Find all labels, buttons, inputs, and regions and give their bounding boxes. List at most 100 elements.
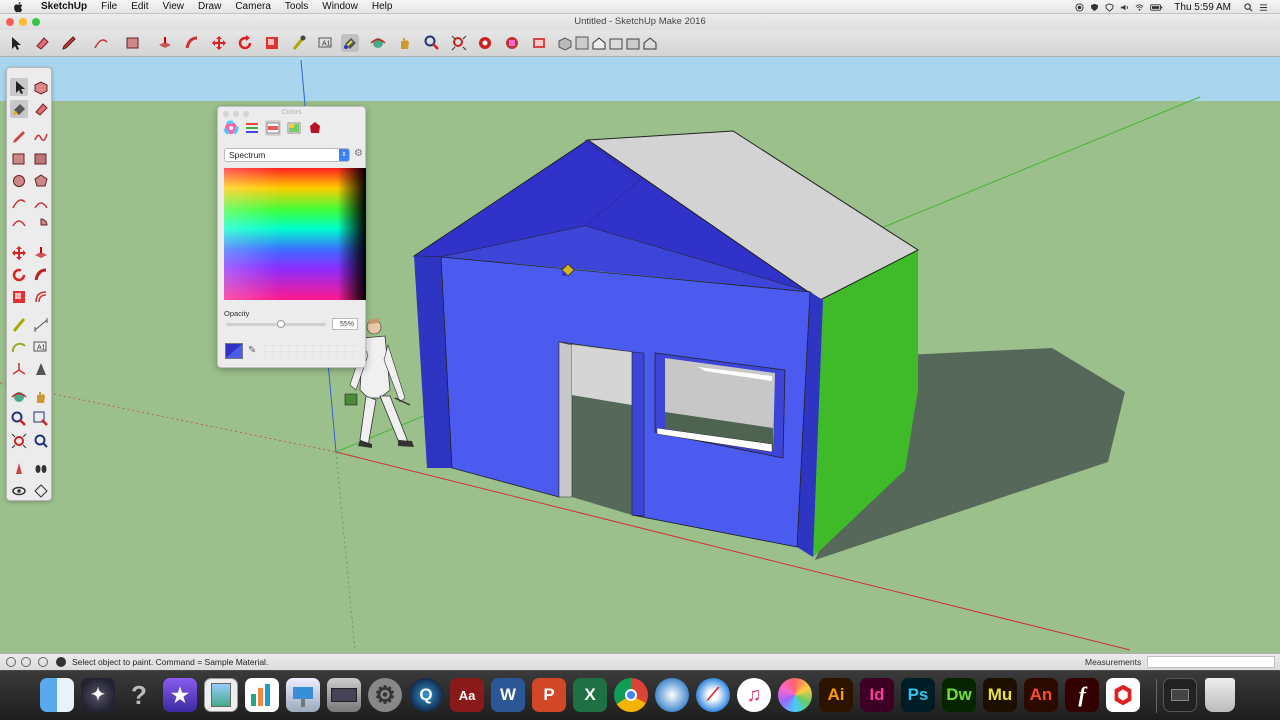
look-around-icon[interactable] [10,482,28,500]
eraser-icon[interactable] [32,100,50,118]
menu-clock[interactable]: Thu 5:59 AM [1174,2,1231,13]
pie-icon[interactable] [32,216,50,234]
menu-help[interactable]: Help [365,0,400,14]
text-icon[interactable]: A1 [32,338,50,356]
dock-launchpad-icon[interactable]: ✦ [81,678,115,712]
dock-animate-icon[interactable]: An [1024,678,1058,712]
freehand-icon[interactable] [32,128,50,146]
rectangle-icon[interactable] [124,34,142,52]
rotate-icon[interactable] [10,266,28,284]
color-wheel-icon[interactable] [223,120,239,136]
3d-text-icon[interactable] [32,360,50,378]
dock-help-icon[interactable]: ? [122,678,156,712]
select-icon[interactable] [10,78,28,96]
dock-preview-icon[interactable] [204,678,238,712]
spotlight-search-icon[interactable] [1244,2,1253,12]
dock-indesign-icon[interactable]: Id [860,678,894,712]
circle-icon[interactable] [10,172,28,190]
extension-icon[interactable] [503,34,521,52]
opacity-value-field[interactable]: 55% [332,318,358,330]
dock-illustrator-icon[interactable]: Ai [819,678,853,712]
shield-icon[interactable] [1090,3,1099,12]
zoom-extents-icon[interactable] [450,34,468,52]
custom-swatches[interactable] [264,345,359,357]
dock-muse-icon[interactable]: Mu [983,678,1017,712]
menu-file[interactable]: File [94,0,124,14]
dimension-icon[interactable] [32,316,50,334]
rotate-icon[interactable] [236,34,254,52]
menu-view[interactable]: View [155,0,191,14]
rotated-rectangle-icon[interactable] [32,150,50,168]
dock-excel-icon[interactable]: X [573,678,607,712]
rectangle-icon[interactable] [10,150,28,168]
color-palettes-icon[interactable] [265,120,281,136]
eyedropper-icon[interactable]: ✎ [248,345,260,357]
battery-icon[interactable] [1150,3,1163,12]
view-top-icon[interactable] [573,34,589,52]
dock-trash-icon[interactable] [1205,678,1235,712]
tape-measure-icon[interactable] [10,316,28,334]
color-sliders-icon[interactable] [244,120,260,136]
zoom-icon[interactable] [423,34,441,52]
follow-me-icon[interactable] [183,34,201,52]
arc-icon[interactable] [92,34,110,52]
eraser-icon[interactable] [33,34,51,52]
notification-center-icon[interactable] [1259,3,1268,12]
crayons-icon[interactable] [307,120,323,136]
position-camera-icon[interactable] [10,460,28,478]
axes-icon[interactable] [10,360,28,378]
apple-menu-icon[interactable] [12,0,26,14]
orbit-icon[interactable] [369,34,387,52]
dock-photoshop-icon[interactable]: Ps [901,678,935,712]
credits-icon[interactable] [21,657,31,667]
move-icon[interactable] [10,244,28,262]
record-icon[interactable] [1075,2,1084,12]
paint-bucket-icon[interactable] [341,34,359,52]
menu-draw[interactable]: Draw [191,0,228,14]
dock-powerpoint-icon[interactable]: P [532,678,566,712]
dock-photos-icon[interactable] [778,678,812,712]
spectrum-picker[interactable] [224,168,366,300]
text-icon[interactable]: A1 [317,34,335,52]
components-icon[interactable] [530,34,548,52]
select-icon[interactable] [6,34,24,52]
dock-comix-icon[interactable] [655,678,689,712]
pan-icon[interactable] [396,34,414,52]
zoom-icon[interactable] [10,410,28,428]
warehouse-icon[interactable] [476,34,494,52]
zoom-extents-icon[interactable] [10,432,28,450]
view-iso-icon[interactable] [556,34,572,52]
zoom-window-icon[interactable] [32,410,50,428]
view-back-icon[interactable] [624,34,640,52]
dock-itunes-icon[interactable]: ♫ [737,678,771,712]
menu-edit[interactable]: Edit [124,0,155,14]
previous-view-icon[interactable] [32,432,50,450]
dock-chrome-icon[interactable] [614,678,648,712]
push-pull-icon[interactable] [32,244,50,262]
view-right-icon[interactable] [607,34,623,52]
line-icon[interactable] [10,128,28,146]
instructor-icon[interactable] [56,657,66,667]
make-component-icon[interactable] [32,78,50,96]
protractor-icon[interactable] [10,338,28,356]
geolocation-icon[interactable] [6,657,16,667]
scale-icon[interactable] [263,34,281,52]
image-palettes-icon[interactable] [286,120,302,136]
opacity-slider-knob[interactable] [277,320,285,328]
dock-terminal-icon[interactable] [1163,678,1197,712]
dock-sketchup-icon[interactable] [1106,678,1140,712]
menu-app-name[interactable]: SketchUp [34,0,94,14]
wifi-icon[interactable] [1135,3,1144,12]
follow-me-icon[interactable] [32,266,50,284]
guard-icon[interactable] [1105,2,1114,12]
window-minimize-button[interactable] [19,18,27,26]
push-pull-icon[interactable] [156,34,174,52]
pan-icon[interactable] [32,388,50,406]
user-icon[interactable] [38,657,48,667]
arc-icon[interactable] [10,194,28,212]
opacity-slider[interactable] [226,320,326,328]
dock-safari-icon[interactable]: ⟋ [696,678,730,712]
two-point-arc-icon[interactable] [32,194,50,212]
walk-icon[interactable] [32,460,50,478]
dock-numbers-icon[interactable] [245,678,279,712]
